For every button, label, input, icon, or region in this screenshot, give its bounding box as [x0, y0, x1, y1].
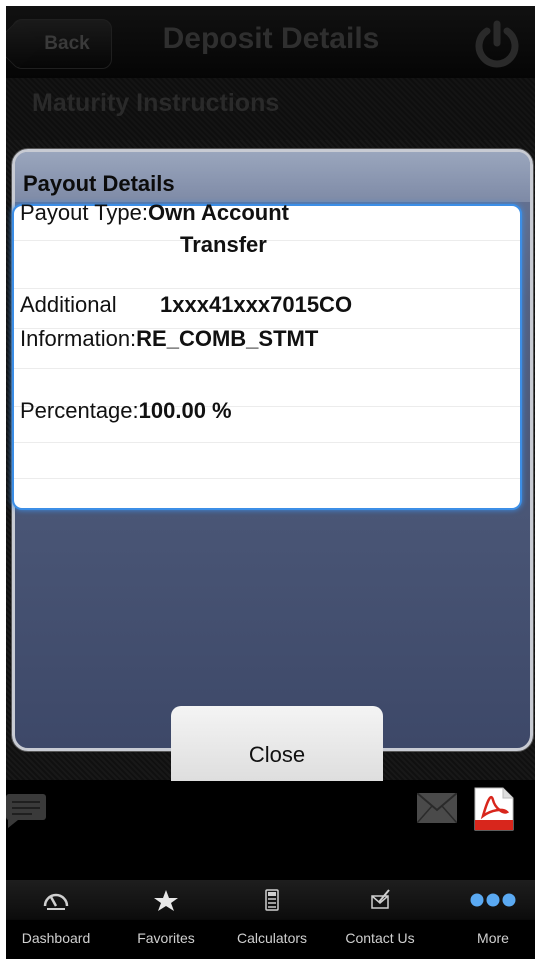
additional-info-value-cont: RE_COMB_STMT: [136, 326, 319, 351]
back-button[interactable]: Back: [6, 19, 112, 70]
divider: [14, 288, 520, 289]
calculator-icon: [265, 889, 279, 911]
percentage-label: Percentage:: [20, 398, 139, 423]
more-dots-icon: [470, 893, 516, 907]
pdf-icon[interactable]: [473, 786, 515, 832]
page-title: Deposit Details: [162, 22, 380, 55]
tab-favorites-label: Favorites: [137, 930, 195, 946]
chat-icon[interactable]: [6, 790, 46, 830]
payout-details-card: Payout Type:Own Account Transfer Additio…: [12, 200, 522, 510]
navigation-bar: Back Deposit Details: [6, 6, 535, 78]
star-icon: [154, 890, 178, 911]
additional-info-row: Additional 1xxx41xxx7015CO: [20, 292, 352, 318]
payout-type-value: Own Account: [148, 200, 289, 225]
app-screen: Back Deposit Details Maturity Instructio…: [6, 6, 535, 959]
divider: [14, 478, 520, 479]
additional-info-label-cont: Information:: [20, 326, 137, 351]
section-title: Maturity Instructions: [32, 89, 280, 117]
mail-icon[interactable]: [417, 793, 457, 823]
payout-type-row: Payout Type:Own Account: [20, 200, 289, 226]
payout-type-value-cont: Transfer: [180, 232, 267, 257]
divider: [14, 368, 520, 369]
tab-more[interactable]: More: [460, 880, 526, 959]
section-header: Maturity Instructions: [6, 78, 535, 140]
additional-info-label: Additional: [20, 292, 117, 317]
tab-bar: Dashboard Favorites Calculators Contact …: [6, 880, 535, 959]
tab-favorites[interactable]: Favorites: [122, 880, 210, 959]
close-button[interactable]: Close: [171, 706, 383, 781]
percentage-row: Percentage:100.00 %: [20, 398, 232, 424]
contact-icon: [371, 889, 390, 909]
payout-type-row-cont: Transfer: [180, 232, 267, 258]
percentage-value: 100.00 %: [138, 398, 232, 423]
back-button-arrow: [6, 19, 43, 70]
power-icon[interactable]: [471, 19, 523, 71]
divider: [14, 442, 520, 443]
dashboard-gauge-icon: [43, 893, 69, 910]
back-button-label: Back: [44, 33, 90, 54]
tab-more-label: More: [477, 930, 509, 946]
tab-contact-us[interactable]: Contact Us: [336, 880, 424, 959]
tab-dashboard-label: Dashboard: [21, 930, 91, 946]
tab-calculators[interactable]: Calculators: [226, 880, 318, 959]
tab-dashboard[interactable]: Dashboard: [10, 880, 102, 959]
tab-contact-us-label: Contact Us: [345, 930, 415, 946]
popup-title: Payout Details: [23, 171, 175, 196]
divider: [14, 240, 520, 241]
close-button-label: Close: [248, 741, 306, 767]
payout-type-label: Payout Type:: [20, 200, 149, 225]
additional-info-row-cont: Information:RE_COMB_STMT: [20, 326, 318, 352]
additional-info-value: 1xxx41xxx7015CO: [160, 292, 353, 317]
tab-calculators-label: Calculators: [236, 930, 308, 946]
